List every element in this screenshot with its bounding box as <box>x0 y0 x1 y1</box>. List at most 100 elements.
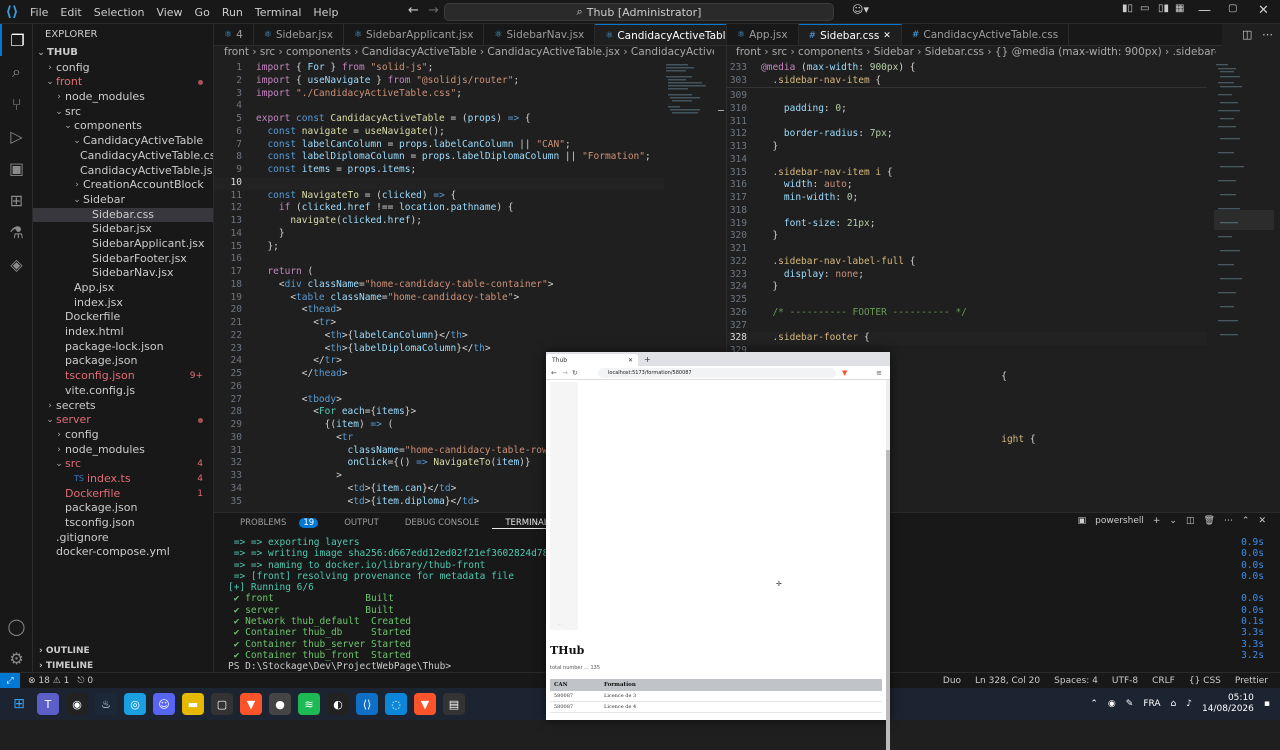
editor-tab[interactable]: ⚛CandidacyActiveTable.jsx✕ <box>595 24 726 45</box>
menu-file[interactable]: File <box>30 6 48 19</box>
volume-icon[interactable]: ♪ <box>1186 699 1192 709</box>
toggle-panel-icon[interactable]: ▭ <box>1140 3 1149 14</box>
editor-tab[interactable]: ⚛ 4 <box>214 24 254 45</box>
maximize-panel-icon[interactable]: ⌃ <box>1242 516 1250 526</box>
forward-arrow-icon[interactable]: → <box>562 369 568 377</box>
testing-icon[interactable]: ⚗ <box>0 216 33 248</box>
minimize-icon[interactable]: — <box>1198 3 1211 18</box>
spotify-icon[interactable]: ≋ <box>298 693 320 715</box>
brave-shield-icon[interactable]: ▼ <box>842 369 847 377</box>
toggle-secondary-sidebar-icon[interactable]: ▯▮ <box>1158 3 1169 14</box>
tree-item[interactable]: ⌄ Sidebar <box>33 193 213 208</box>
tree-item[interactable]: Sidebar.css <box>33 207 213 223</box>
status-item[interactable]: {} CSS <box>1189 676 1221 686</box>
menu-go[interactable]: Go <box>195 6 210 19</box>
notification-icon[interactable]: ▪ <box>1264 699 1270 709</box>
command-center-search[interactable]: ⌕ Thub [Administrator] <box>444 3 834 21</box>
forward-arrow-icon[interactable]: → <box>428 3 439 18</box>
tree-item[interactable]: ⌄ front <box>33 75 213 90</box>
lang-indicator[interactable]: FRA <box>1143 699 1160 709</box>
network-icon[interactable]: ⌂ <box>1171 699 1177 709</box>
terminal-shell-name[interactable]: powershell <box>1095 516 1144 526</box>
terminal-output[interactable]: => => exporting layers => => writing ima… <box>228 537 568 673</box>
discord-icon[interactable]: ☺ <box>153 693 175 715</box>
close-tab-icon[interactable]: ✕ <box>883 25 891 46</box>
sticky-scroll[interactable]: 233 @media (max-width: 900px) {303 .sideb… <box>727 62 1207 88</box>
tree-item[interactable]: CandidacyActiveTable.jsx <box>33 164 213 179</box>
file-explorer-icon[interactable]: ▬ <box>182 693 204 715</box>
app-icon[interactable]: ◌ <box>385 693 407 715</box>
explorer-icon[interactable]: ❐ <box>0 24 33 56</box>
tree-item[interactable]: ⌄ CandidacyActiveTable <box>33 134 213 149</box>
tree-item[interactable]: package-lock.json <box>33 340 213 355</box>
pen-icon[interactable]: ✎ <box>1126 699 1134 709</box>
menu-selection[interactable]: Selection <box>94 6 145 19</box>
address-bar[interactable]: localhost:5173/formation/580087 <box>598 367 836 378</box>
source-control-icon[interactable]: ⑂ <box>0 88 33 120</box>
status-item[interactable]: Duo <box>943 676 961 686</box>
tree-item[interactable]: tsconfig.json <box>33 516 213 531</box>
tree-item[interactable]: SidebarFooter.jsx <box>33 252 213 267</box>
tree-item[interactable]: Dockerfile 1 <box>33 487 213 502</box>
tree-item[interactable]: package.json <box>33 354 213 369</box>
left-minimap[interactable] <box>664 62 714 122</box>
tree-item[interactable]: › CreationAccountBlock <box>33 178 213 193</box>
maximize-icon[interactable]: ▢ <box>1228 3 1237 14</box>
account-icon[interactable]: ◯ <box>0 610 33 642</box>
browser-menu-icon[interactable]: ≡ <box>876 369 882 377</box>
editor-tab[interactable]: ⚛ Sidebar.jsx <box>254 24 344 45</box>
remote-explorer-icon[interactable]: ▣ <box>0 152 33 184</box>
app-icon[interactable]: ◎ <box>124 693 146 715</box>
brave-browser-icon[interactable]: ▼ <box>240 693 262 715</box>
tree-item[interactable]: index.html <box>33 325 213 340</box>
chevron-down-icon[interactable]: ⌄ <box>1169 516 1177 526</box>
chevron-up-icon[interactable]: ⌃ <box>1090 699 1098 709</box>
status-item[interactable]: CRLF <box>1152 676 1175 686</box>
github-icon[interactable]: ● <box>269 693 291 715</box>
tree-item[interactable]: Dockerfile <box>33 310 213 325</box>
tree-item[interactable]: › config <box>33 61 213 76</box>
panel-tab-terminal[interactable]: TERMINAL <box>492 518 549 529</box>
tree-item[interactable]: SidebarNav.jsx <box>33 266 213 281</box>
tree-item[interactable]: › node_modules <box>33 90 213 105</box>
clock[interactable]: 05:10 14/08/2026 <box>1202 693 1254 715</box>
docker-icon[interactable]: ◈ <box>0 248 33 280</box>
back-arrow-icon[interactable]: ← <box>551 369 557 377</box>
tree-item[interactable]: index.jsx <box>33 296 213 311</box>
new-terminal-icon[interactable]: + <box>1153 516 1161 526</box>
status-item[interactable]: UTF-8 <box>1112 676 1138 686</box>
close-tab-icon[interactable]: ✕ <box>628 357 633 364</box>
panel-tab-debug-console[interactable]: DEBUG CONSOLE <box>392 518 479 528</box>
app-icon[interactable]: ▢ <box>211 693 233 715</box>
outline-section[interactable]: › OUTLINE <box>33 646 214 660</box>
split-terminal-icon[interactable]: ◫ <box>1186 516 1195 526</box>
scrollbar-thumb[interactable] <box>886 450 890 750</box>
browser-tab[interactable]: Thub ✕ <box>546 354 638 366</box>
tree-item[interactable]: ⌄ src 4 <box>33 457 213 472</box>
brave-browser-icon[interactable]: ▼ <box>414 693 436 715</box>
right-breadcrumb[interactable]: front › src › components › Sidebar › Sid… <box>736 46 1216 62</box>
remote-indicator-icon[interactable]: ⤢ <box>0 672 20 689</box>
customize-layout-icon[interactable]: ▦ <box>1175 3 1184 14</box>
tree-item[interactable]: › config <box>33 428 213 443</box>
panel-tab-problems[interactable]: PROBLEMS 19 <box>227 518 319 528</box>
menu-view[interactable]: View <box>156 6 182 19</box>
tree-item[interactable]: › secrets <box>33 399 213 414</box>
tree-item[interactable]: tsconfig.json 9+ <box>33 369 213 384</box>
tree-item[interactable]: ⌄ src <box>33 105 213 120</box>
tree-item[interactable]: docker-compose.yml <box>33 545 213 560</box>
status-item[interactable]: Prettier <box>1235 676 1268 686</box>
problems-status[interactable]: ⊗ 18 ⚠ 1 <box>28 676 69 686</box>
editor-tab[interactable]: # CandidacyActiveTable.css <box>902 24 1070 45</box>
close-panel-icon[interactable]: ✕ <box>1258 516 1266 526</box>
tree-item[interactable]: Sidebar.jsx <box>33 222 213 237</box>
split-editor-icon[interactable]: ◫ <box>1242 28 1252 41</box>
menu-help[interactable]: Help <box>313 6 338 19</box>
run-debug-icon[interactable]: ▷ <box>0 120 33 152</box>
tree-item[interactable]: ⌄ server <box>33 413 213 428</box>
app-icon[interactable]: ◐ <box>327 693 349 715</box>
kill-terminal-icon[interactable]: 🗑 <box>1203 516 1214 526</box>
tree-item[interactable]: CandidacyActiveTable.css <box>33 149 213 164</box>
more-actions-icon[interactable]: ⋯ <box>1262 28 1273 41</box>
tree-item[interactable]: SidebarApplicant.jsx <box>33 237 213 252</box>
